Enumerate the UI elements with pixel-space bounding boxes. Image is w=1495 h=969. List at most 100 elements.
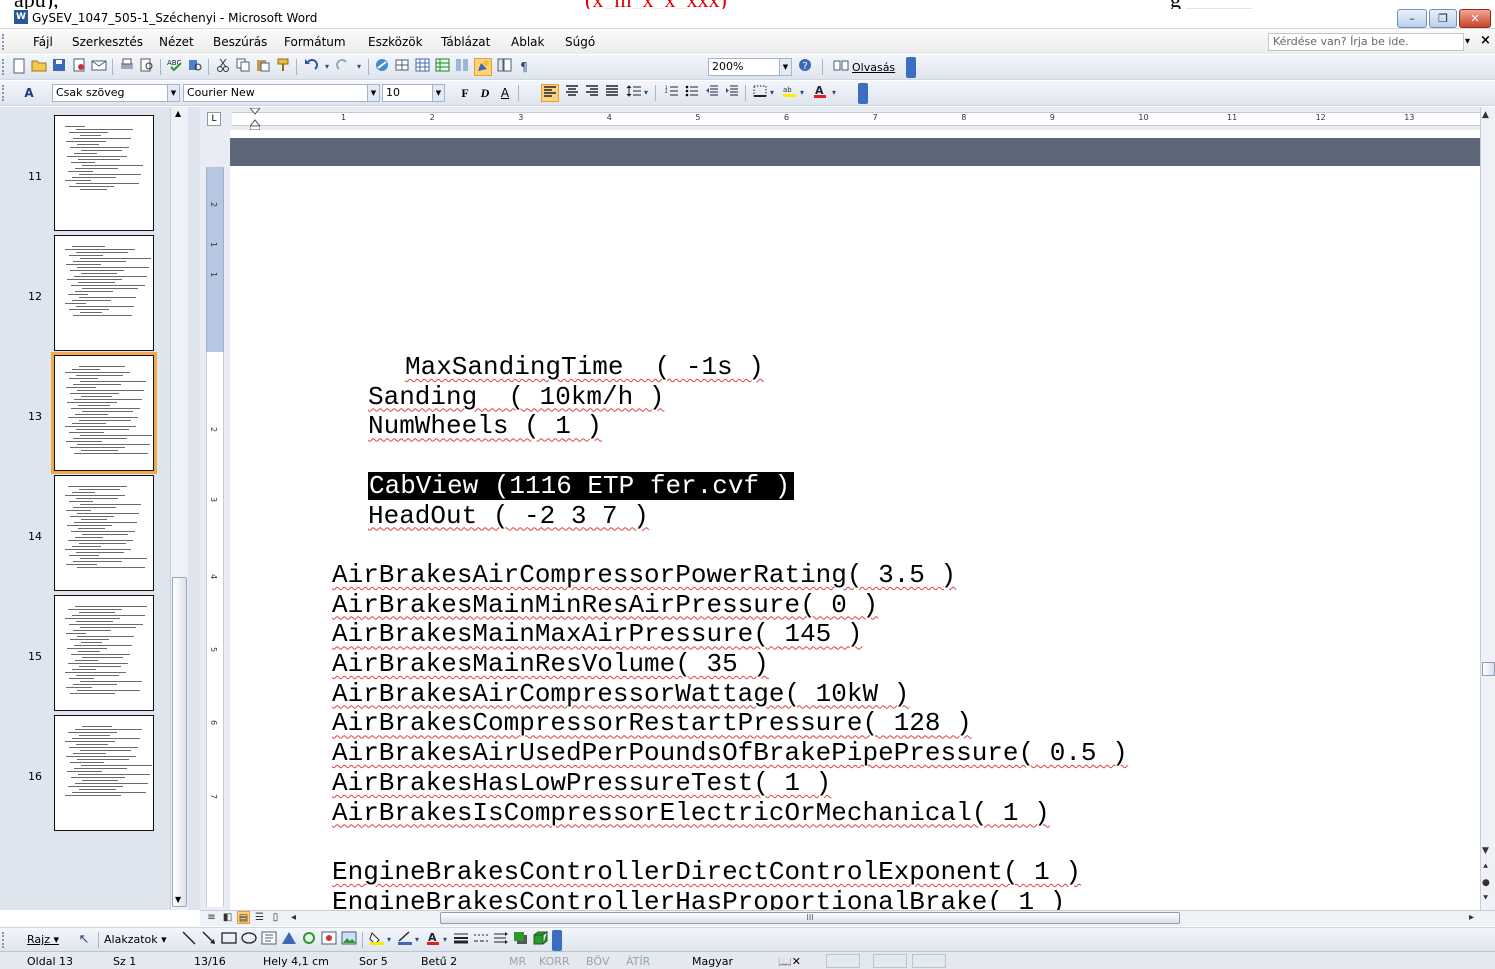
text-box-icon[interactable]	[260, 931, 278, 949]
thumbnails-scrollbar[interactable]: ▲ ▼	[170, 107, 188, 910]
arrow-style-icon[interactable]	[492, 931, 510, 949]
dash-style-icon[interactable]	[472, 931, 490, 949]
toolbar-options-icon[interactable]	[552, 930, 562, 951]
document-scrollbar[interactable]	[1480, 107, 1495, 910]
arrow-tool-icon[interactable]	[200, 931, 218, 949]
undo-dropdown-icon[interactable]: ▾	[322, 58, 332, 76]
thumbnail-preview[interactable]	[54, 115, 154, 231]
document-line[interactable]: MaxSandingTime ( -1s )	[405, 353, 764, 381]
new-document-icon[interactable]	[10, 58, 28, 76]
oval-tool-icon[interactable]	[240, 931, 258, 949]
thumbnail-preview[interactable]	[54, 235, 154, 351]
menu-grip[interactable]	[2, 34, 5, 50]
status-extend[interactable]: BŐV	[586, 955, 610, 968]
status-track-changes[interactable]: KORR	[539, 955, 570, 968]
document-line[interactable]: AirBrakesHasLowPressureTest( 1 )	[332, 769, 831, 797]
research-icon[interactable]	[186, 58, 204, 76]
hyperlink-icon[interactable]	[374, 58, 392, 76]
previous-page-icon[interactable]: ⯅	[1482, 862, 1489, 872]
font-color-dropdown-icon[interactable]: ▾	[440, 931, 450, 949]
fill-color-dropdown-icon[interactable]: ▾	[384, 931, 394, 949]
document-line[interactable]: AirBrakesAirCompressorPowerRating( 3.5 )	[332, 561, 956, 589]
align-right-icon[interactable]	[583, 84, 601, 102]
rectangle-tool-icon[interactable]	[220, 931, 238, 949]
line-style-icon[interactable]	[452, 931, 470, 949]
select-objects-icon[interactable]: ↖	[75, 931, 93, 949]
wordart-icon[interactable]	[280, 931, 298, 949]
diagram-icon[interactable]	[300, 931, 318, 949]
underline-button[interactable]: A	[496, 84, 514, 102]
help-icon[interactable]: ?	[796, 58, 814, 76]
line-tool-icon[interactable]	[180, 931, 198, 949]
menu-edit[interactable]: Szerkesztés	[72, 35, 143, 49]
insert-table-icon[interactable]	[414, 58, 432, 76]
scroll-right-icon[interactable]: ▸	[1465, 911, 1478, 924]
status-overtype[interactable]: ÁTÍR	[626, 955, 650, 968]
redo-icon[interactable]	[334, 58, 352, 76]
line-color-dropdown-icon[interactable]: ▾	[412, 931, 422, 949]
tab-selector-icon[interactable]: L	[207, 112, 221, 126]
decrease-indent-icon[interactable]	[703, 84, 721, 102]
borders-dropdown-icon[interactable]: ▾	[767, 84, 777, 102]
bold-button[interactable]: F	[456, 84, 474, 102]
reading-layout-icon[interactable]: ▯	[269, 911, 282, 924]
font-color-icon[interactable]: A	[811, 84, 829, 102]
line-spacing-dropdown-icon[interactable]: ▾	[641, 84, 651, 102]
shadow-style-icon[interactable]	[512, 931, 530, 949]
help-dropdown-icon[interactable]: ▾	[1465, 36, 1470, 47]
font-color-dropdown-icon[interactable]: ▾	[829, 84, 839, 102]
document-line[interactable]: AirBrakesMainMinResAirPressure( 0 )	[332, 591, 878, 619]
read-icon[interactable]	[832, 58, 850, 76]
thumbnail-preview[interactable]	[54, 475, 154, 591]
web-layout-icon[interactable]: ◧	[221, 911, 234, 924]
permission-icon[interactable]	[70, 58, 88, 76]
toolbar-options-icon[interactable]	[858, 83, 868, 104]
thumbnails-scroll-thumb[interactable]	[172, 577, 187, 907]
status-record-macro[interactable]: MR	[509, 955, 526, 968]
chevron-down-icon[interactable]: ▼	[432, 85, 444, 101]
document-line[interactable]: AirBrakesAirCompressorWattage( 10kW )	[332, 680, 909, 708]
document-line[interactable]: EngineBrakesControllerDirectControlExpon…	[332, 858, 1081, 886]
selected-text-line[interactable]: CabView (1116 ETP fer.cvf )	[368, 471, 795, 500]
font-select[interactable]: Courier New ▼	[183, 84, 380, 102]
save-icon[interactable]	[50, 58, 68, 76]
draw-menu-button[interactable]: Rajz ▾	[27, 933, 59, 946]
thumbnail-preview[interactable]	[54, 715, 154, 831]
toolbar-grip[interactable]	[2, 932, 5, 948]
document-line[interactable]: AirBrakesIsCompressorElectricOrMechanica…	[332, 799, 1050, 827]
open-folder-icon[interactable]	[30, 58, 48, 76]
document-line[interactable]: HeadOut ( -2 3 7 )	[368, 502, 649, 530]
insert-excel-icon[interactable]	[434, 58, 452, 76]
show-hide-paragraph-icon[interactable]: ¶	[515, 58, 533, 76]
menu-file[interactable]: Fájl	[33, 35, 53, 49]
ruler-track[interactable]	[232, 112, 1482, 126]
document-scroll-thumb[interactable]	[1482, 662, 1495, 676]
bullets-icon[interactable]	[683, 84, 701, 102]
normal-view-icon[interactable]: ≡	[205, 911, 218, 924]
italic-button[interactable]: D	[476, 84, 494, 102]
zoom-select[interactable]: 200% ▼	[708, 58, 792, 76]
document-map-icon[interactable]	[496, 58, 514, 76]
horizontal-scroll-thumb[interactable]: III	[440, 912, 1180, 924]
thumbnail-preview[interactable]	[54, 595, 154, 711]
undo-icon[interactable]	[302, 58, 320, 76]
align-center-icon[interactable]	[563, 84, 581, 102]
next-page-icon[interactable]: ⯆	[1482, 894, 1489, 904]
format-painter-icon[interactable]	[274, 58, 292, 76]
3d-style-icon[interactable]	[532, 931, 550, 949]
highlight-dropdown-icon[interactable]: ▾	[797, 84, 807, 102]
document-close-icon[interactable]: ×	[1480, 33, 1491, 48]
paste-icon[interactable]	[254, 58, 272, 76]
increase-indent-icon[interactable]	[723, 84, 741, 102]
menu-insert[interactable]: Beszúrás	[213, 35, 267, 49]
scroll-down-icon[interactable]: ▼	[1482, 846, 1489, 856]
numbering-icon[interactable]: 12	[663, 84, 681, 102]
spelling-status-icon[interactable]: 📖✕	[778, 955, 801, 968]
redo-dropdown-icon[interactable]: ▾	[354, 58, 364, 76]
document-line[interactable]: AirBrakesAirUsedPerPoundsOfBrakePipePres…	[332, 739, 1128, 767]
menu-table[interactable]: Táblázat	[441, 35, 490, 49]
status-language[interactable]: Magyar	[692, 955, 733, 968]
select-browse-object-icon[interactable]: ●	[1482, 878, 1490, 888]
email-icon[interactable]	[90, 58, 108, 76]
print-preview-icon[interactable]	[138, 58, 156, 76]
